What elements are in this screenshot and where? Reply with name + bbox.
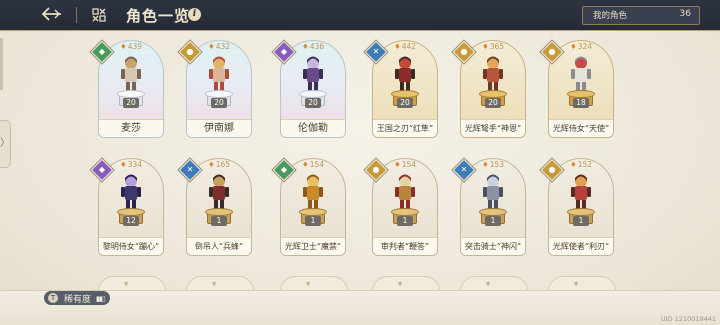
- character-name: 光辉使者“利刃”: [549, 237, 613, 255]
- character-sprite: [571, 174, 591, 209]
- character-sprite: [303, 174, 323, 209]
- partial-card: ♦: [98, 276, 166, 291]
- character-sprite: [571, 56, 591, 91]
- level-badge: 20: [123, 98, 139, 108]
- flame-icon: ♦: [570, 42, 577, 51]
- partial-card: ♦: [548, 276, 616, 291]
- side-expand-tab[interactable]: 〉: [0, 120, 11, 168]
- power-value: ♦432: [208, 42, 231, 51]
- character-count-value: 36: [679, 9, 691, 19]
- character-sprite: [209, 56, 229, 91]
- character-sprite: [303, 56, 323, 91]
- power-value: ♦154: [394, 160, 417, 169]
- level-badge: 1: [573, 216, 589, 226]
- character-card[interactable]: ◆ ♦154 1 光辉卫士“魔禁”: [272, 158, 346, 256]
- character-name: 光辉侍女“天使”: [549, 119, 613, 137]
- character-card[interactable]: ● ♦432 20 伊南娜: [178, 40, 252, 138]
- character-name: 光辉卫士“魔禁”: [281, 237, 345, 255]
- flame-icon: ♦: [302, 42, 309, 51]
- character-card[interactable]: ◆ ♦334 12 黎明侍女“蹦心”: [90, 158, 164, 256]
- partial-card: ♦: [372, 276, 440, 291]
- character-card[interactable]: ● ♦324 18 光辉侍女“天使”: [540, 40, 614, 138]
- level-badge: 18: [573, 98, 589, 108]
- character-name: 王国之刃“红隼”: [373, 119, 437, 137]
- top-bar: 角色一览 i 我的角色 36: [0, 0, 720, 31]
- flame-icon: ♦: [120, 42, 127, 51]
- power-value: ♦154: [302, 160, 325, 169]
- power-value: ♦439: [120, 42, 143, 51]
- level-badge: 12: [123, 216, 139, 226]
- power-value: ♦165: [208, 160, 231, 169]
- partial-card: ♦: [460, 276, 528, 291]
- power-value: ♦153: [482, 160, 505, 169]
- character-sprite: [121, 56, 141, 91]
- character-card[interactable]: ✕ ♦165 1 倒吊人“兵蜂”: [178, 158, 252, 256]
- character-sprite: [483, 174, 503, 209]
- sort-key-icon: T: [48, 293, 58, 303]
- flame-icon: ♦: [482, 160, 489, 169]
- character-sprite: [395, 56, 415, 91]
- flame-icon: ♦: [570, 160, 577, 169]
- character-sprite: [483, 56, 503, 91]
- partial-card: ♦: [186, 276, 254, 291]
- power-value: ♦152: [570, 160, 593, 169]
- character-count-box: 我的角色 36: [582, 6, 700, 25]
- power-value: ♦442: [394, 42, 417, 51]
- sort-label: 稀有度: [64, 295, 92, 305]
- chevron-right-icon: 〉: [0, 138, 10, 149]
- character-card[interactable]: ✕ ♦442 20 王国之刃“红隼”: [364, 40, 438, 138]
- level-badge: 1: [305, 216, 321, 226]
- page-title: 角色一览: [126, 7, 191, 25]
- level-badge: 1: [397, 216, 413, 226]
- level-badge: 20: [485, 98, 501, 108]
- power-value: ♦334: [120, 160, 143, 169]
- character-card[interactable]: ● ♦154 1 审判者“鞭答”: [364, 158, 438, 256]
- level-badge: 20: [305, 98, 321, 108]
- character-name: 突击骑士“神闪”: [461, 237, 525, 255]
- character-card[interactable]: ◆ ♦436 20 伦伽勒: [272, 40, 346, 138]
- header-divider: [76, 7, 77, 23]
- grid-view-icon[interactable]: [92, 8, 106, 22]
- level-badge: 1: [211, 216, 227, 226]
- character-sprite: [121, 174, 141, 209]
- back-arrow-icon[interactable]: [40, 6, 64, 24]
- flame-icon: ♦: [394, 160, 401, 169]
- character-name: 麦莎: [99, 119, 163, 137]
- info-icon[interactable]: i: [188, 8, 201, 21]
- flame-icon: ♦: [482, 42, 489, 51]
- power-value: ♦324: [570, 42, 593, 51]
- partial-card: ♦: [280, 276, 348, 291]
- level-badge: 1: [485, 216, 501, 226]
- character-name: 伦伽勒: [281, 119, 345, 137]
- character-card[interactable]: ● ♦365 20 光辉弩手“神恩”: [452, 40, 526, 138]
- flame-icon: ♦: [120, 160, 127, 169]
- sort-bars-icon: ▮▮▯: [96, 295, 106, 303]
- character-card[interactable]: ● ♦152 1 光辉使者“利刃”: [540, 158, 614, 256]
- power-value: ♦436: [302, 42, 325, 51]
- character-name: 光辉弩手“神恩”: [461, 119, 525, 137]
- flame-icon: ♦: [208, 42, 215, 51]
- uid-text: UID 1210019441: [660, 315, 716, 323]
- level-badge: 20: [397, 98, 413, 108]
- character-sprite: [395, 174, 415, 209]
- level-badge: 20: [211, 98, 227, 108]
- character-card[interactable]: ◆ ♦439 20 麦莎: [90, 40, 164, 138]
- character-name: 黎明侍女“蹦心”: [99, 237, 163, 255]
- character-card[interactable]: ✕ ♦153 1 突击骑士“神闪”: [452, 158, 526, 256]
- flame-icon: ♦: [208, 160, 215, 169]
- character-name: 审判者“鞭答”: [373, 237, 437, 255]
- character-count-label: 我的角色: [593, 11, 628, 21]
- character-name: 倒吊人“兵蜂”: [187, 237, 251, 255]
- flame-icon: ♦: [302, 160, 309, 169]
- flame-icon: ♦: [394, 42, 401, 51]
- character-name: 伊南娜: [187, 119, 251, 137]
- sort-rarity-button[interactable]: T 稀有度 ▮▮▯: [44, 291, 110, 305]
- power-value: ♦365: [482, 42, 505, 51]
- character-sprite: [209, 174, 229, 209]
- scroll-indicator: [0, 38, 3, 90]
